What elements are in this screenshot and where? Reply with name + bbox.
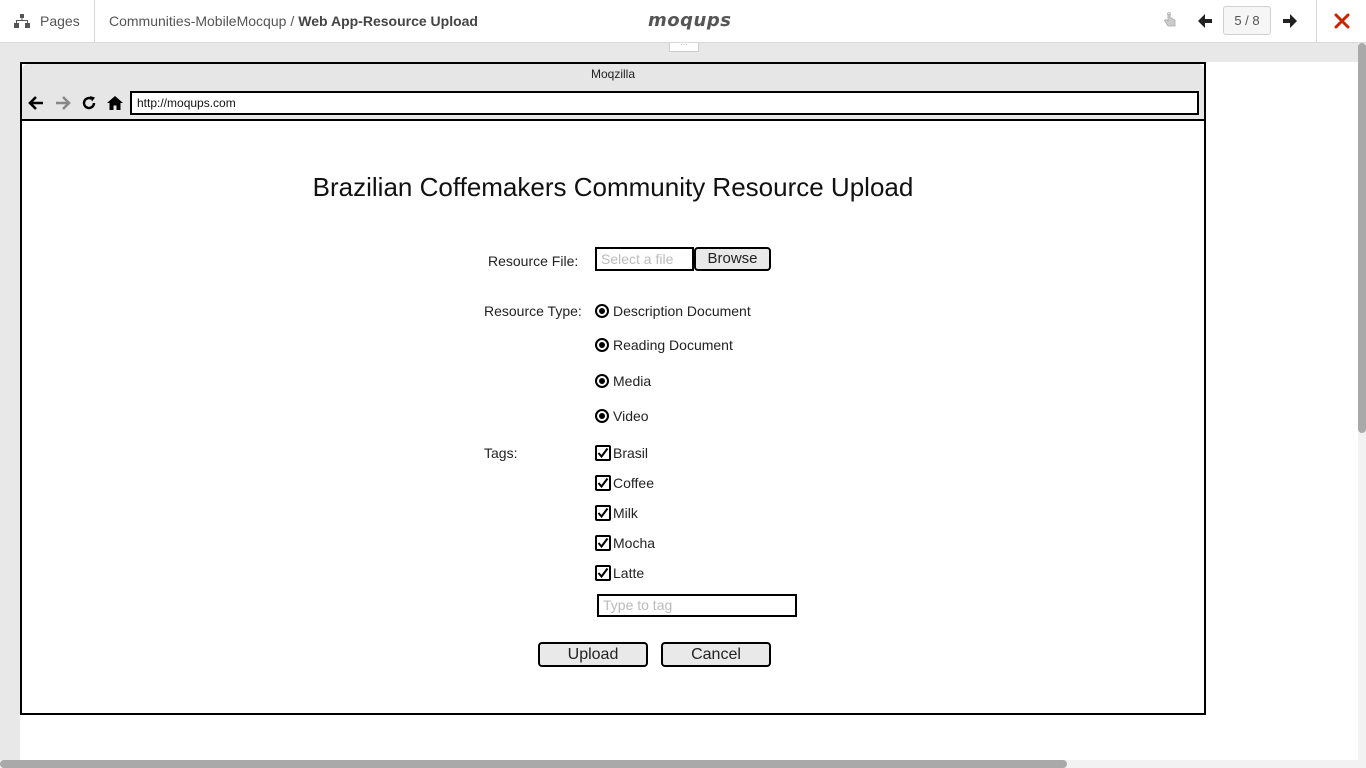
tag-checkbox-milk[interactable]: Milk — [595, 505, 638, 521]
tag-checkbox-coffee[interactable]: Coffee — [595, 475, 654, 491]
radio-button[interactable] — [595, 338, 609, 352]
canvas-right-area — [1206, 62, 1358, 760]
checkbox-label: Brasil — [613, 445, 649, 461]
radio-video[interactable]: Video — [595, 408, 649, 424]
pages-button[interactable]: Pages — [0, 0, 95, 42]
radio-button[interactable] — [595, 304, 609, 318]
canvas-left-gutter — [0, 62, 20, 760]
checkbox[interactable] — [595, 565, 611, 581]
url-bar[interactable]: http://moqups.com — [130, 91, 1199, 115]
tag-checkbox-latte[interactable]: Latte — [595, 565, 644, 581]
checkmark-icon — [597, 477, 609, 489]
checkbox-label: Coffee — [613, 475, 654, 491]
browse-button[interactable]: Browse — [694, 247, 771, 271]
checkbox[interactable] — [595, 475, 611, 491]
home-icon[interactable] — [105, 93, 125, 113]
horizontal-scrollbar-thumb[interactable] — [0, 760, 1067, 768]
arrow-left-icon[interactable] — [1196, 12, 1214, 30]
checkbox-label: Milk — [613, 505, 638, 521]
radio-media[interactable]: Media — [595, 373, 651, 389]
radio-label: Description Document — [613, 303, 751, 319]
close-button[interactable] — [1316, 0, 1366, 42]
radio-description-document[interactable]: Description Document — [595, 303, 751, 319]
cancel-button[interactable]: Cancel — [661, 642, 771, 667]
radio-button[interactable] — [595, 409, 609, 423]
browser-mockup: Moqzilla http://moqups.com Brazilian Cof… — [20, 62, 1206, 715]
browser-chrome: Moqzilla http://moqups.com — [22, 64, 1204, 121]
radio-label: Reading Document — [613, 337, 733, 353]
checkmark-icon — [597, 507, 609, 519]
close-icon — [1334, 13, 1349, 29]
tag-checkbox-brasil[interactable]: Brasil — [595, 445, 648, 461]
moqups-logo: moqups — [648, 10, 732, 31]
browser-title: Moqzilla — [590, 67, 635, 81]
sitemap-icon — [14, 14, 30, 28]
breadcrumb-separator: / — [290, 13, 295, 29]
breadcrumb-current-page: Web App-Resource Upload — [298, 13, 478, 29]
radio-reading-document[interactable]: Reading Document — [595, 337, 733, 353]
vertical-scrollbar-thumb[interactable] — [1358, 43, 1366, 433]
checkbox[interactable] — [595, 535, 611, 551]
tag-checkbox-mocha[interactable]: Mocha — [595, 535, 655, 551]
arrow-right-icon[interactable] — [1281, 12, 1299, 30]
page-title: Brazilian Coffemakers Community Resource… — [312, 172, 914, 202]
checkmark-icon — [597, 447, 609, 459]
checkbox[interactable] — [595, 445, 611, 461]
checkbox-label: Mocha — [613, 535, 656, 551]
checkmark-icon — [597, 567, 609, 579]
hand-pointer-icon[interactable] — [1162, 12, 1178, 30]
back-arrow-icon[interactable] — [26, 93, 46, 113]
checkbox[interactable] — [595, 505, 611, 521]
breadcrumb: Communities-MobileMocqup / Web App-Resourc… — [109, 13, 478, 29]
upload-button[interactable]: Upload — [538, 642, 648, 667]
page-counter[interactable]: 5 / 8 — [1223, 6, 1271, 35]
resource-file-label: Resource File: — [488, 253, 579, 269]
refresh-icon[interactable] — [79, 93, 99, 113]
file-input[interactable]: Select a file — [595, 247, 694, 271]
resource-type-label: Resource Type: — [484, 303, 582, 319]
checkbox-label: Latte — [613, 565, 645, 581]
radio-label: Media — [613, 373, 652, 389]
radio-label: Video — [613, 408, 649, 424]
tag-input[interactable]: Type to tag — [597, 594, 797, 617]
breadcrumb-project[interactable]: Communities-MobileMocqup — [109, 13, 286, 29]
pages-label: Pages — [40, 13, 80, 29]
forward-arrow-icon[interactable] — [53, 93, 73, 113]
top-toolbar: Pages Communities-MobileMocqup / Web App-R… — [0, 0, 1366, 43]
checkmark-icon — [597, 537, 609, 549]
toolbar-collapse-handle[interactable]: ··· — [669, 41, 699, 52]
radio-button[interactable] — [595, 374, 609, 388]
tags-label: Tags: — [484, 445, 518, 461]
